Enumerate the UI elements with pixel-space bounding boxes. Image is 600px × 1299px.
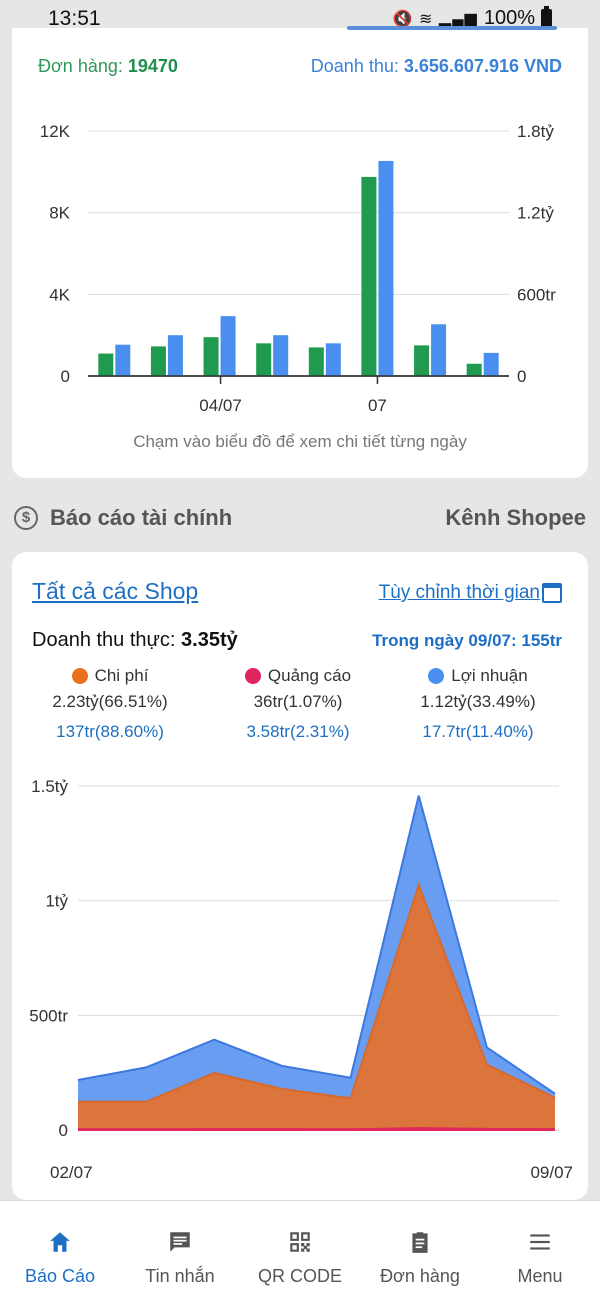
bar-orders xyxy=(361,176,377,376)
bar-orders xyxy=(98,353,114,376)
chart-hint: Chạm vào biểu đồ để xem chi tiết từng ng… xyxy=(133,432,467,451)
legend-cost-label: Chi phí xyxy=(94,666,149,685)
x-tick-label: 09/07 xyxy=(530,1163,573,1182)
x-tick-label: 04/07 xyxy=(199,396,242,415)
finance-section-header: $ Báo cáo tài chính Kênh Shopee xyxy=(0,494,600,544)
bar-orders xyxy=(466,363,482,376)
bar-revenue xyxy=(167,335,183,376)
real-revenue-value: 3.35tỷ xyxy=(181,629,238,651)
orders-label: Đơn hàng: xyxy=(38,56,123,76)
bar-revenue xyxy=(378,160,394,376)
message-icon xyxy=(170,1232,190,1252)
qr-code-icon xyxy=(290,1232,310,1252)
legend-cost-day: 137tr(88.60%) xyxy=(56,722,164,741)
x-tick-label: 02/07 xyxy=(50,1163,93,1182)
nav-menu[interactable]: Menu xyxy=(480,1201,600,1299)
bar-orders xyxy=(203,337,219,376)
legend-ads: Quảng cáo 36tr(1.07%) 3.58tr(2.31%) xyxy=(208,664,388,746)
clipboard-icon xyxy=(412,1232,428,1253)
y-right-tick-label: 0 xyxy=(517,367,526,386)
bar-revenue xyxy=(325,343,341,376)
bar-revenue xyxy=(273,335,289,376)
nav-orders[interactable]: Đơn hàng xyxy=(360,1201,480,1299)
legend-ads-day: 3.58tr(2.31%) xyxy=(246,722,350,741)
y-left-tick-label: 0 xyxy=(61,367,70,386)
bottom-navigation: Báo Cáo Tin nhắn QR CODE Đơn hàng Menu xyxy=(0,1200,600,1299)
y-left-tick-label: 4K xyxy=(49,285,70,304)
y-right-tick-label: 1.8tỷ xyxy=(517,122,554,141)
y-left-tick-label: 8K xyxy=(49,204,70,223)
all-shops-link[interactable]: Tất cả các Shop xyxy=(32,578,198,605)
legend-profit-label: Lợi nhuận xyxy=(451,666,528,685)
finance-area-chart[interactable]: 0 500tr 1tỷ 1.5tỷ 02/07 09/07 xyxy=(12,772,588,1192)
bar-revenue xyxy=(115,344,131,376)
real-revenue: Doanh thu thực: 3.35tỷ xyxy=(32,629,238,652)
orders-stat: Đơn hàng: 19470 xyxy=(38,56,178,77)
y-tick-label: 1.5tỷ xyxy=(31,777,68,796)
revenue-value: 3.656.607.916 VND xyxy=(403,56,562,76)
nav-reports-label: Báo Cáo xyxy=(24,1266,96,1286)
nav-orders-label: Đơn hàng xyxy=(380,1266,460,1286)
menu-icon xyxy=(530,1234,550,1250)
orders-value: 19470 xyxy=(127,56,178,76)
y-tick-label: 1tỷ xyxy=(45,892,68,911)
bar-orders xyxy=(308,347,324,376)
finance-report-card: Tất cả các Shop Tùy chỉnh thời gian Doan… xyxy=(12,552,588,1200)
y-left-tick-label: 12K xyxy=(40,122,71,141)
nav-qr-code[interactable]: QR CODE xyxy=(240,1201,360,1299)
bar-orders xyxy=(414,345,430,376)
nav-reports[interactable]: Báo Cáo xyxy=(0,1201,120,1299)
day-revenue: Trong ngày 09/07: 155tr xyxy=(372,631,562,650)
bar-revenue xyxy=(220,316,236,376)
ads-dot-icon xyxy=(244,668,261,684)
nav-menu-label: Menu xyxy=(517,1266,563,1286)
daily-stats-card: Đơn hàng: 19470 Doanh thu: 3.656.607.916… xyxy=(12,26,588,478)
nav-messages-label: Tin nhắn xyxy=(145,1266,215,1286)
cost-dot-icon xyxy=(71,668,88,684)
nav-messages[interactable]: Tin nhắn xyxy=(120,1201,240,1299)
calendar-icon[interactable] xyxy=(542,583,562,603)
x-tick-label: 07 xyxy=(368,396,387,415)
legend-profit: Lợi nhuận 1.12tỷ(33.49%) 17.7tr(11.40%) xyxy=(388,664,568,746)
legend-cost: Chi phí 2.23tỷ(66.51%) 137tr(88.60%) xyxy=(20,664,200,746)
y-right-tick-label: 1.2tỷ xyxy=(517,204,554,223)
profit-dot-icon xyxy=(428,668,445,684)
daily-bar-chart[interactable]: 0 0 4K 600tr 8K 1.2tỷ 12K 1.8tỷ 04/07 07 xyxy=(12,113,588,433)
bar-revenue xyxy=(483,352,499,376)
bar-revenue xyxy=(431,324,447,376)
real-revenue-label: Doanh thu thực: xyxy=(32,629,176,651)
y-tick-label: 500tr xyxy=(29,1006,68,1025)
bar-orders xyxy=(150,346,166,376)
revenue-stat: Doanh thu: 3.656.607.916 VND xyxy=(311,56,562,77)
custom-time-link[interactable]: Tùy chỉnh thời gian xyxy=(379,582,540,604)
legend-cost-total: 2.23tỷ(66.51%) xyxy=(52,692,168,711)
section-channel: Kênh Shopee xyxy=(445,505,586,530)
revenue-label: Doanh thu: xyxy=(310,56,399,76)
legend-profit-day: 17.7tr(11.40%) xyxy=(422,722,534,741)
nav-qr-label: QR CODE xyxy=(257,1266,342,1286)
y-right-tick-label: 600tr xyxy=(517,285,556,304)
home-icon xyxy=(50,1232,70,1252)
bar-orders xyxy=(256,343,272,376)
section-title: Báo cáo tài chính xyxy=(50,505,233,530)
legend-ads-label: Quảng cáo xyxy=(267,666,352,685)
scrolled-link-peek xyxy=(347,14,557,34)
dollar-circle-icon: $ xyxy=(14,506,38,530)
y-tick-label: 0 xyxy=(59,1121,68,1140)
legend-profit-total: 1.12tỷ(33.49%) xyxy=(420,692,536,711)
legend-ads-total: 36tr(1.07%) xyxy=(253,692,343,711)
